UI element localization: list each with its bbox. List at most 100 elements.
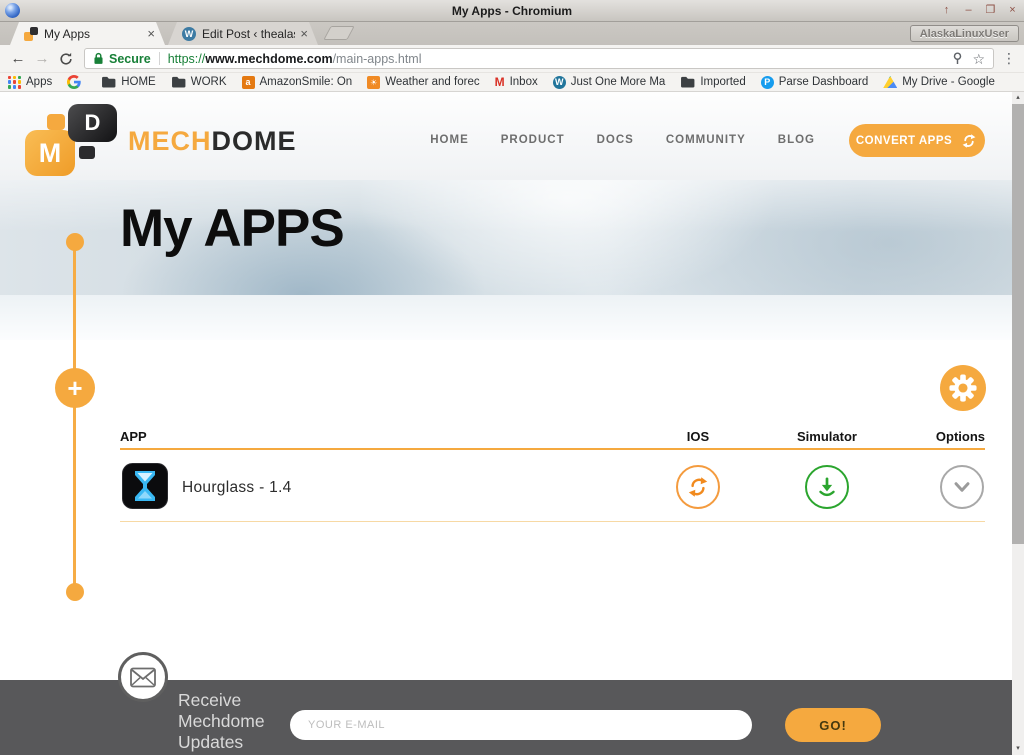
folder-icon (171, 76, 186, 88)
envelope-icon (130, 667, 156, 688)
bookmarks-bar: Apps HOME WORK a AmazonSmile: On ☀ Weath… (0, 72, 1024, 92)
apps-grid-icon (8, 76, 21, 89)
back-button[interactable]: ← (6, 51, 30, 66)
hero-fade-band (0, 295, 1012, 340)
download-simulator-button[interactable] (805, 465, 849, 509)
reload-button[interactable] (54, 52, 78, 66)
shade-button[interactable]: ↑ (939, 3, 954, 18)
nav-blog[interactable]: BLOG (778, 134, 815, 146)
mechdome-logo-d-icon: D (68, 104, 117, 142)
mechdome-logo-icon (47, 114, 65, 130)
app-name: Hourglass - 1.4 (182, 479, 292, 497)
maximize-button[interactable]: ❐ (983, 3, 998, 18)
bookmark-star-icon[interactable]: ☆ (972, 52, 985, 66)
weather-icon: ☀ (367, 76, 380, 89)
bookmark-amazonsmile[interactable]: a AmazonSmile: On (242, 76, 353, 89)
download-icon (814, 474, 840, 500)
row-divider (120, 521, 985, 522)
mechdome-logo-icon (79, 146, 95, 159)
bookmark-weather[interactable]: ☀ Weather and forec (367, 76, 479, 89)
scroll-up-icon[interactable]: ▴ (1012, 92, 1024, 104)
bookmark-parse[interactable]: P Parse Dashboard (761, 76, 869, 89)
close-button[interactable]: × (1005, 3, 1020, 18)
column-header-ios: IOS (687, 429, 709, 444)
go-button[interactable]: GO! (785, 708, 881, 742)
bookmark-imported-folder[interactable]: Imported (680, 76, 745, 88)
google-g-icon (67, 75, 81, 89)
pin-icon[interactable] (952, 52, 963, 65)
timeline-line (73, 242, 76, 592)
column-header-simulator: Simulator (797, 429, 857, 444)
page-title: My APPS (120, 198, 344, 259)
options-expand-button[interactable] (940, 465, 984, 509)
bookmark-drive[interactable]: My Drive - Google (883, 76, 995, 88)
sync-icon (960, 132, 978, 150)
newsletter-heading: Receive Mechdome Updates (178, 690, 300, 753)
scrollbar-thumb[interactable] (1012, 104, 1024, 544)
rebuild-ios-button[interactable] (676, 465, 720, 509)
page-content: M D MECHDOME HOME PRODUCT DOCS COMMUNITY… (0, 92, 1012, 755)
brand-wordmark[interactable]: MECHDOME (128, 126, 297, 157)
divider (159, 52, 160, 65)
newsletter-badge (118, 652, 168, 702)
url-path: /main-apps.html (333, 52, 422, 66)
parse-icon: P (761, 76, 774, 89)
nav-community[interactable]: COMMUNITY (666, 134, 746, 146)
gmail-icon: M (495, 75, 505, 89)
page-scrollbar[interactable]: ▴ ▾ (1012, 92, 1024, 755)
tab-close-icon[interactable]: × (147, 26, 155, 41)
site-nav: HOME PRODUCT DOCS COMMUNITY BLOG (430, 134, 815, 146)
add-app-button[interactable]: + (55, 368, 95, 408)
sync-icon (685, 474, 711, 500)
url-scheme: https:// (168, 52, 206, 66)
new-tab-button[interactable] (323, 26, 354, 40)
tab-label: My Apps (44, 27, 142, 41)
timeline-dot (66, 233, 84, 251)
mechdome-favicon-icon (24, 27, 38, 41)
gear-icon (949, 374, 977, 402)
titlebar: My Apps - Chromium ↑ – ❐ × (0, 0, 1024, 22)
forward-button[interactable]: → (30, 51, 54, 66)
bookmark-google[interactable] (67, 75, 86, 89)
bookmark-home-folder[interactable]: HOME (101, 76, 156, 88)
nav-product[interactable]: PRODUCT (501, 134, 565, 146)
secure-label: Secure (109, 52, 151, 66)
chevron-down-icon (949, 474, 975, 500)
nav-home[interactable]: HOME (430, 134, 469, 146)
column-header-options: Options (936, 429, 985, 444)
address-bar[interactable]: Secure https://www.mechdome.com/main-app… (84, 48, 994, 69)
tab-close-icon[interactable]: × (300, 26, 308, 41)
url-host: www.mechdome.com (205, 52, 332, 66)
wordpress-icon: W (553, 76, 566, 89)
folder-icon (101, 76, 116, 88)
window-controls: ↑ – ❐ × (939, 3, 1020, 18)
bookmark-inbox[interactable]: M Inbox (495, 75, 538, 89)
tab-strip: My Apps × W Edit Post ‹ thealaska × Alas… (0, 22, 1024, 45)
settings-button[interactable] (940, 365, 986, 411)
timeline-dot (66, 583, 84, 601)
column-header-app: APP (120, 429, 147, 444)
profile-button[interactable]: AlaskaLinuxUser (910, 25, 1019, 42)
tab-my-apps[interactable]: My Apps × (10, 22, 165, 45)
wordpress-favicon-icon: W (182, 27, 196, 41)
bookmark-apps[interactable]: Apps (8, 76, 52, 89)
browser-menu-icon[interactable]: ⋮ (1000, 50, 1018, 67)
bookmark-wordpress[interactable]: W Just One More Ma (553, 76, 666, 89)
mechdome-logo-m-icon: M (25, 130, 75, 176)
email-input[interactable] (290, 710, 752, 740)
google-drive-icon (883, 76, 897, 88)
convert-apps-button[interactable]: CONVERT APPS (849, 124, 985, 157)
table-header-rule (120, 448, 985, 450)
tab-label: Edit Post ‹ thealaska (202, 27, 295, 41)
nav-docs[interactable]: DOCS (597, 134, 634, 146)
window-title: My Apps - Chromium (0, 4, 1024, 18)
browser-toolbar: ← → Secure https://www.mechdome.com/main… (0, 45, 1024, 72)
secure-lock-icon (93, 52, 104, 65)
hourglass-app-icon (122, 463, 168, 514)
scroll-down-icon[interactable]: ▾ (1012, 743, 1024, 755)
folder-icon (680, 76, 695, 88)
tab-edit-post[interactable]: W Edit Post ‹ thealaska × (168, 22, 318, 45)
reload-icon (59, 52, 73, 66)
minimize-button[interactable]: – (961, 3, 976, 18)
bookmark-work-folder[interactable]: WORK (171, 76, 227, 88)
